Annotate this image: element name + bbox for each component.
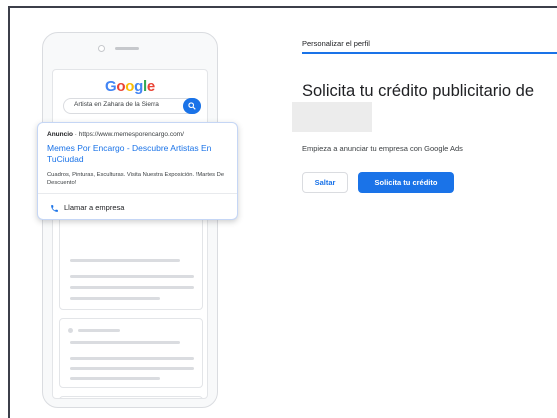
step-label: Personalizar el perfil	[302, 39, 370, 48]
camera-icon	[98, 45, 105, 52]
ad-divider	[38, 193, 237, 194]
progress-fill	[302, 52, 557, 54]
page-subtitle: Empieza a anunciar tu empresa con Google…	[302, 144, 463, 153]
redacted-amount	[292, 102, 372, 132]
ad-call-extension: Llamar a empresa	[50, 203, 124, 212]
placeholder-line	[70, 377, 160, 380]
logo-letter: o	[125, 78, 135, 95]
page-title: Solicita tu crédito publicitario de	[302, 82, 535, 100]
logo-letter: o	[116, 78, 126, 95]
ad-label: Anuncio	[47, 131, 73, 138]
ad-preview-card: Anuncio · https://www.memesporencargo.co…	[37, 122, 238, 220]
phone-icon	[51, 205, 58, 212]
preview-search-box: Artista en Zahara de la Sierra	[63, 98, 201, 114]
search-icon	[188, 102, 196, 110]
ad-header: Anuncio · https://www.memesporencargo.co…	[47, 131, 184, 138]
google-logo: Google	[53, 78, 207, 95]
ad-call-label: Llamar a empresa	[64, 203, 125, 212]
logo-letter: G	[105, 78, 117, 95]
preview-search-query: Artista en Zahara de la Sierra	[74, 101, 159, 108]
placeholder-line	[78, 329, 120, 332]
skip-button[interactable]: Saltar	[302, 172, 348, 193]
logo-letter: e	[146, 78, 155, 95]
speaker-icon	[115, 47, 139, 50]
placeholder-line	[70, 341, 180, 344]
placeholder-line	[70, 367, 194, 370]
ad-url: https://www.memesporencargo.com/	[78, 131, 184, 138]
placeholder-dot	[68, 328, 73, 333]
phone-screen: Google Artista en Zahara de la Sierra	[52, 69, 208, 399]
phone-mockup: Google Artista en Zahara de la Sierra	[42, 32, 218, 408]
placeholder-line	[70, 297, 160, 300]
placeholder-line	[70, 286, 194, 289]
preview-search-button	[183, 98, 201, 114]
placeholder-line	[70, 357, 194, 360]
logo-letter: g	[134, 78, 144, 95]
phone-top-bezel	[43, 33, 217, 63]
placeholder-result-card	[59, 396, 203, 398]
ad-description: Cuadros, Pinturas, Esculturas. Visita Nu…	[47, 172, 225, 186]
ad-title: Memes Por Encargo - Descubre Artistas En…	[47, 143, 212, 164]
progress-track	[302, 52, 557, 54]
apply-credit-button[interactable]: Solicita tu crédito	[358, 172, 454, 193]
placeholder-line	[70, 259, 180, 262]
placeholder-result-card	[59, 318, 203, 388]
placeholder-line	[70, 275, 194, 278]
